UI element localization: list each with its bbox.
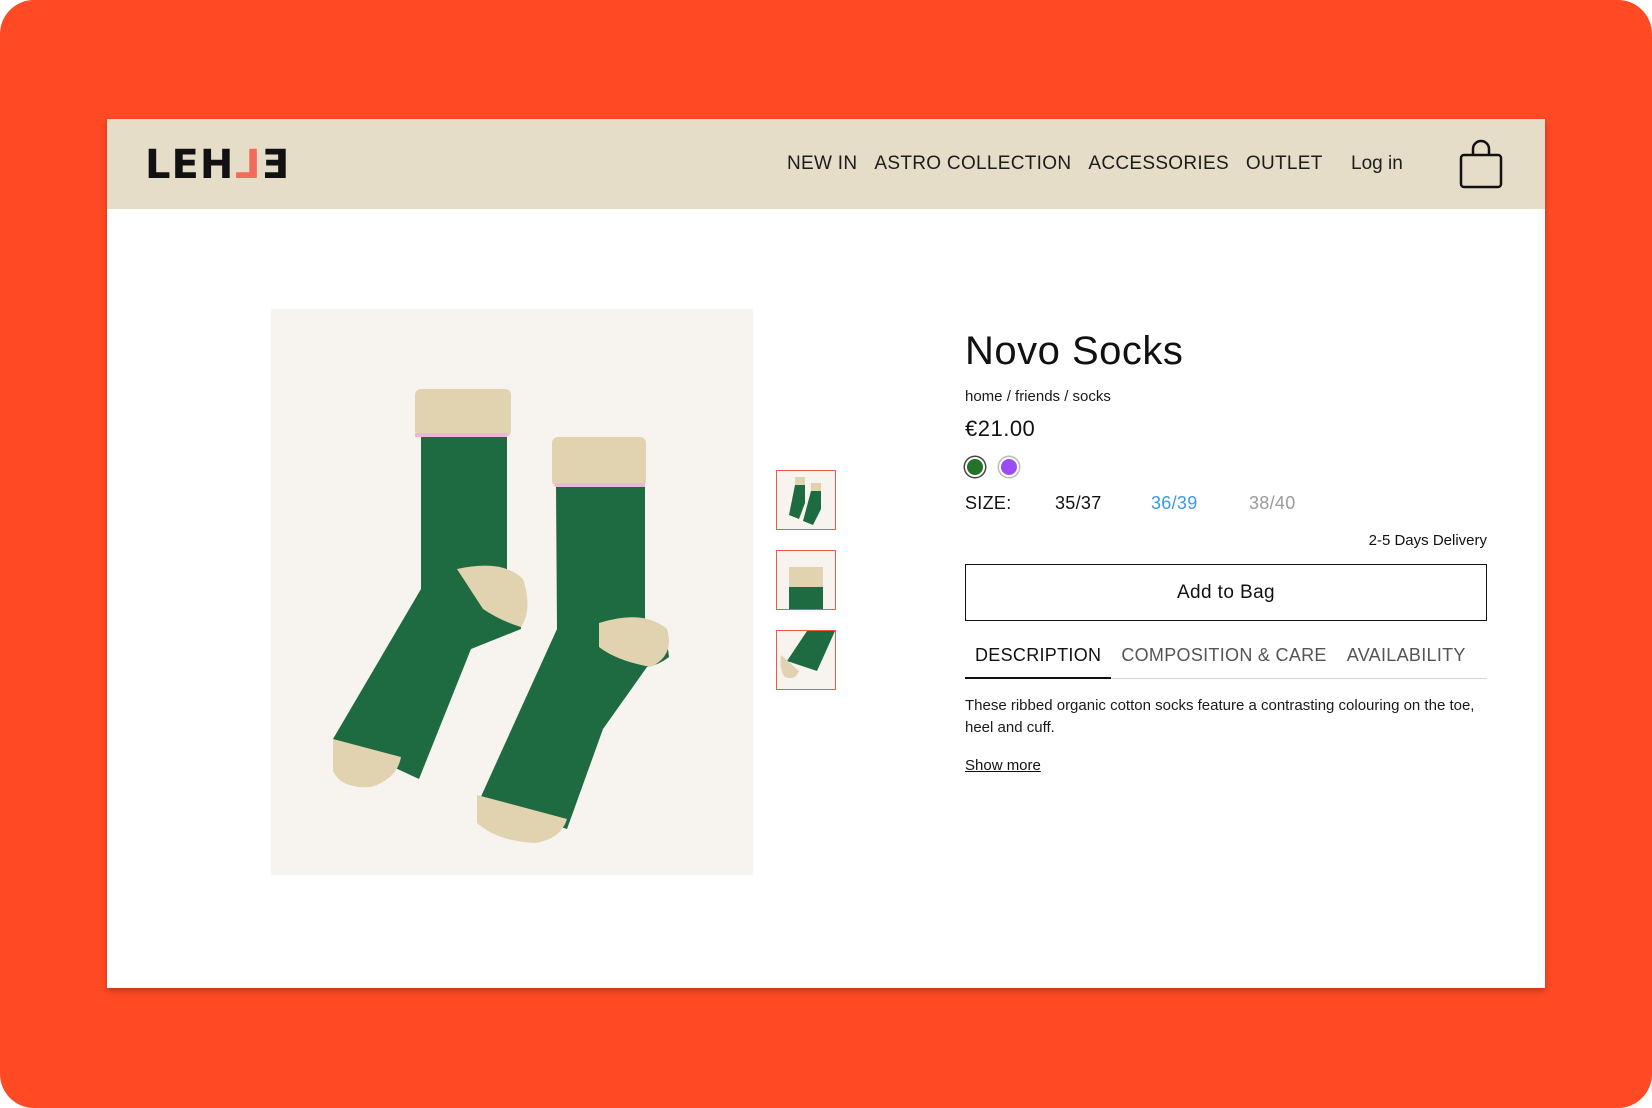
thumbnail-3[interactable]: [776, 630, 836, 690]
size-label: SIZE:: [965, 493, 1012, 513]
product-title: Novo Socks: [965, 329, 1184, 373]
login-link[interactable]: Log in: [1351, 153, 1403, 175]
thumbnail-1[interactable]: [776, 470, 836, 530]
product-description: These ribbed organic cotton socks featur…: [965, 697, 1475, 736]
logo-letter: H: [199, 142, 235, 188]
site-header: L E H L E NEW IN ASTRO COLLECTION ACCESS…: [107, 119, 1545, 209]
app-frame: L E H L E NEW IN ASTRO COLLECTION ACCESS…: [0, 0, 1652, 1108]
size-option-38-40[interactable]: 38/40: [1249, 493, 1296, 514]
nav-accessories[interactable]: ACCESSORIES: [1088, 153, 1229, 175]
product-main-image: [271, 309, 753, 875]
color-swatch-purple[interactable]: [999, 457, 1019, 477]
color-swatches: [965, 457, 1019, 477]
nav-outlet[interactable]: OUTLET: [1246, 153, 1323, 175]
logo-letter: L: [145, 142, 172, 188]
add-to-bag-button[interactable]: Add to Bag: [965, 564, 1487, 621]
delivery-info: 2-5 Days Delivery: [1368, 532, 1487, 549]
shopping-bag-icon[interactable]: [1457, 139, 1505, 191]
size-option-35-37[interactable]: 35/37: [1055, 493, 1102, 514]
left-sock: [333, 389, 528, 788]
size-option-36-39[interactable]: 36/39: [1151, 493, 1198, 514]
brand-logo[interactable]: L E H L E: [145, 142, 290, 188]
logo-letter: E: [171, 142, 200, 188]
tab-description[interactable]: DESCRIPTION: [965, 642, 1112, 679]
thumbnail-2[interactable]: [776, 550, 836, 610]
breadcrumb[interactable]: home / friends / socks: [965, 388, 1111, 405]
tab-availability[interactable]: AVAILABILITY: [1337, 642, 1476, 677]
logo-letter: L: [234, 142, 261, 188]
browser-window: L E H L E NEW IN ASTRO COLLECTION ACCESS…: [107, 119, 1545, 988]
color-swatch-green[interactable]: [965, 457, 985, 477]
show-more-link[interactable]: Show more: [965, 757, 1041, 774]
product-price: €21.00: [965, 416, 1036, 441]
nav-astro-collection[interactable]: ASTRO COLLECTION: [874, 153, 1071, 175]
nav-new-in[interactable]: NEW IN: [787, 153, 857, 175]
product-tabs: DESCRIPTION COMPOSITION & CARE AVAILABIL…: [965, 642, 1487, 679]
main-nav: NEW IN ASTRO COLLECTION ACCESSORIES OUTL…: [787, 153, 1323, 175]
logo-letter: E: [260, 142, 290, 188]
tab-composition-care[interactable]: COMPOSITION & CARE: [1111, 642, 1336, 677]
